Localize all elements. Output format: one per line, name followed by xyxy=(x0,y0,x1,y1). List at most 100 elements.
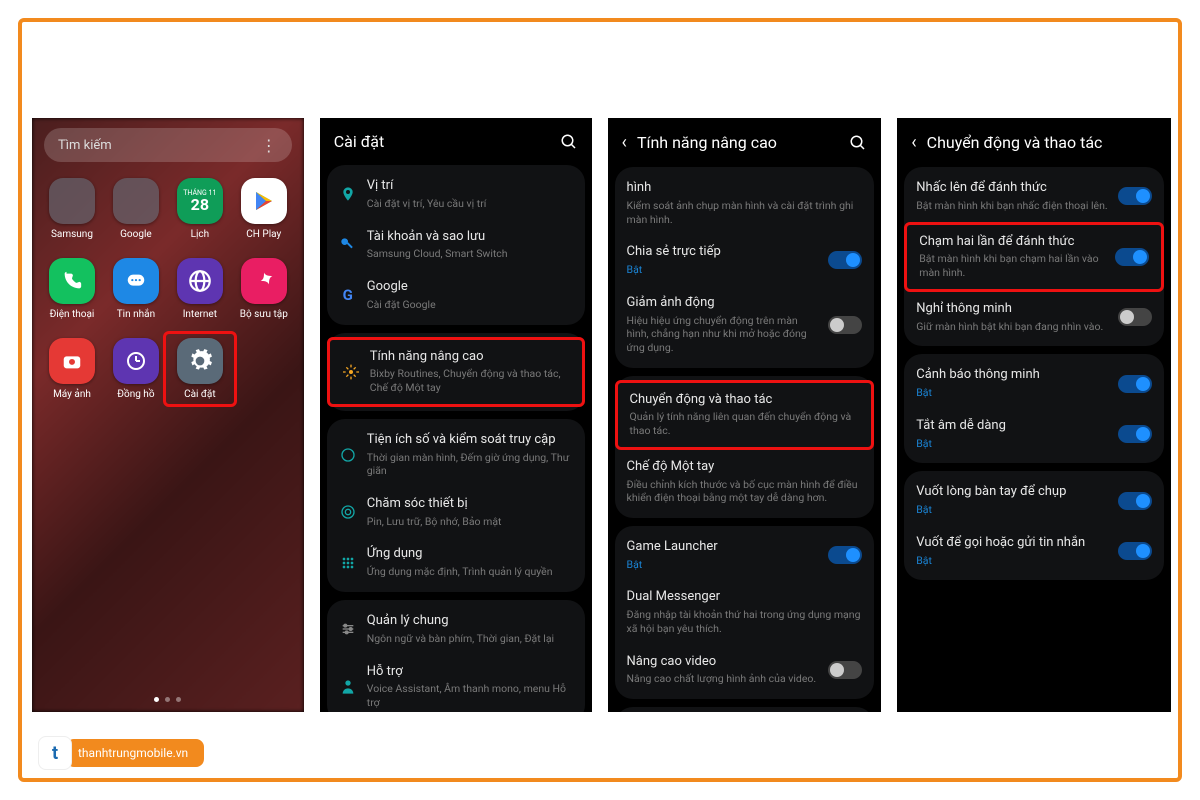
motion-row[interactable]: Nghỉ thông minhGiữ màn hình bật khi bạn … xyxy=(904,292,1164,343)
row-subtitle: Bật xyxy=(916,386,1108,400)
app-label: Cài đặt xyxy=(184,389,216,400)
back-icon[interactable]: ‹ xyxy=(622,132,627,153)
row-subtitle: Kiểm soát ảnh chụp màn hình và cài đặt t… xyxy=(627,199,863,226)
settings-row[interactable]: Quản lý chungNgôn ngữ và bàn phím, Thời … xyxy=(327,604,585,655)
search-icon[interactable] xyxy=(560,133,578,151)
app-label: Lịch xyxy=(191,229,210,240)
google-icon: G xyxy=(339,286,357,304)
row-subtitle: Đăng nhập tài khoản thứ hai trong ứng dụ… xyxy=(627,608,863,635)
settings-row[interactable]: Hỗ trợVoice Assistant, Âm thanh mono, me… xyxy=(327,655,585,712)
advanced-row[interactable]: Chia sẻ trực tiếp Bật xyxy=(615,235,875,286)
app-clock[interactable]: Đồng hồ xyxy=(106,338,166,400)
page-title: Tính năng nâng cao xyxy=(637,133,839,152)
advanced-row[interactable]: hìnhKiểm soát ảnh chụp màn hình và cài đ… xyxy=(615,171,875,235)
watermark: t thanhtrungmobile.vn xyxy=(38,736,204,770)
motion-screen: ‹ Chuyển động và thao tác Nhấc lên để đá… xyxy=(897,118,1171,712)
row-subtitle: Ngôn ngữ và bàn phím, Thời gian, Đặt lại xyxy=(367,632,573,646)
advanced-row[interactable]: Giảm ảnh độngHiệu hiệu ứng chuyển động t… xyxy=(615,286,875,364)
page-indicator xyxy=(32,697,304,702)
app-internet[interactable]: Internet xyxy=(170,258,230,320)
row-title: Chia sẻ trực tiếp xyxy=(627,244,819,261)
row-title: Google xyxy=(367,279,573,296)
toggle[interactable] xyxy=(1118,187,1152,205)
row-subtitle: Bật xyxy=(916,554,1108,568)
settings-row[interactable]: Chăm sóc thiết bịPin, Lưu trữ, Bộ nhớ, B… xyxy=(327,487,585,538)
toggle[interactable] xyxy=(828,661,862,679)
row-subtitle: Giữ màn hình bật khi bạn đang nhìn vào. xyxy=(916,320,1108,334)
row-title: Tắt âm dễ dàng xyxy=(916,418,1108,435)
toggle[interactable] xyxy=(1118,425,1152,443)
settings-row[interactable]: Tài khoản và sao lưuSamsung Cloud, Smart… xyxy=(327,220,585,271)
row-subtitle: Thời gian màn hình, Đếm giờ ứng dụng, Th… xyxy=(367,451,573,478)
app-settings[interactable]: Cài đặt xyxy=(163,331,237,407)
watermark-logo: t xyxy=(38,736,72,770)
app-label: CH Play xyxy=(246,229,281,240)
row-title: Vị trí xyxy=(367,178,573,195)
toggle[interactable] xyxy=(828,316,862,334)
app-label: Internet xyxy=(183,309,217,320)
motion-row[interactable]: Cảnh báo thông minhBật xyxy=(904,358,1164,409)
home-screen: Tìm kiếm ⋮ Samsung GoogleTHÁNG 1128Lịch CH… xyxy=(32,118,304,712)
row-title: Tiện ích số và kiểm soát truy cập xyxy=(367,432,573,449)
row-subtitle: Bật xyxy=(627,558,819,572)
advanced-row[interactable]: Chế độ Một tayĐiều chỉnh kích thước và b… xyxy=(615,450,875,514)
location-icon xyxy=(339,185,357,203)
settings-row[interactable]: Vị trí Cài đặt vị trí, Yêu cầu vị trí xyxy=(327,169,585,220)
row-subtitle: Cài đặt Google xyxy=(367,298,573,312)
row-title: Ứng dụng xyxy=(367,546,573,563)
advanced-row[interactable]: Dual MessengerĐăng nhập tài khoản thứ ha… xyxy=(615,580,875,644)
search-icon[interactable] xyxy=(849,134,867,152)
motion-row[interactable]: Nhấc lên để đánh thứcBật màn hình khi bạ… xyxy=(904,171,1164,222)
app-folder[interactable]: Samsung xyxy=(42,178,102,240)
toggle[interactable] xyxy=(1115,248,1149,266)
settings-row[interactable]: Tiện ích số và kiểm soát truy cập Thời gi… xyxy=(327,423,585,487)
search-input[interactable]: Tìm kiếm ⋮ xyxy=(44,128,292,162)
general-icon xyxy=(339,620,357,638)
row-subtitle: Pin, Lưu trữ, Bộ nhớ, Bảo mật xyxy=(367,515,573,529)
app-gallery[interactable]: Bộ sưu tập xyxy=(234,258,294,320)
app-camera[interactable]: Máy ảnh xyxy=(42,338,102,400)
row-subtitle: Cài đặt vị trí, Yêu cầu vị trí xyxy=(367,197,573,211)
apps-icon xyxy=(339,554,357,572)
toggle[interactable] xyxy=(1118,492,1152,510)
row-title: Tài khoản và sao lưu xyxy=(367,229,573,246)
back-icon[interactable]: ‹ xyxy=(911,132,916,153)
motion-row[interactable]: Tắt âm dễ dàngBật xyxy=(904,409,1164,460)
toggle[interactable] xyxy=(1118,308,1152,326)
app-label: Đồng hồ xyxy=(117,389,154,400)
toggle[interactable] xyxy=(1118,542,1152,560)
row-subtitle: Samsung Cloud, Smart Switch xyxy=(367,247,573,261)
settings-row[interactable]: Tính năng nâng caoBixby Routines, Chuyển… xyxy=(327,337,585,407)
app-calendar[interactable]: THÁNG 1128Lịch xyxy=(170,178,230,240)
motion-row[interactable]: Chạm hai lần để đánh thứcBật màn hình kh… xyxy=(904,222,1164,292)
app-folder[interactable]: Google xyxy=(106,178,166,240)
row-subtitle: Bật xyxy=(916,503,1108,517)
advanced-row[interactable]: Nâng cao videoNâng cao chất lượng hình ả… xyxy=(615,645,875,696)
app-label: Samsung xyxy=(51,229,93,240)
app-play[interactable]: CH Play xyxy=(234,178,294,240)
row-title: Tính năng nâng cao xyxy=(370,349,570,366)
search-placeholder: Tìm kiếm xyxy=(58,138,112,153)
app-label: Bộ sưu tập xyxy=(240,309,288,320)
toggle[interactable] xyxy=(828,251,862,269)
motion-row[interactable]: Vuốt lòng bàn tay để chụp Bật xyxy=(904,475,1164,526)
more-icon[interactable]: ⋮ xyxy=(261,136,278,155)
advanced-row[interactable]: Game LauncherBật xyxy=(615,530,875,581)
toggle[interactable] xyxy=(1118,375,1152,393)
advanced-row[interactable]: Chuyển động và thao tácQuản lý tính năng… xyxy=(615,380,875,450)
row-title: Vuốt để gọi hoặc gửi tin nhắn xyxy=(916,535,1108,552)
app-message[interactable]: Tin nhắn xyxy=(106,258,166,320)
care-icon xyxy=(339,503,357,521)
settings-row[interactable]: G Google Cài đặt Google xyxy=(327,270,585,321)
toggle[interactable] xyxy=(828,546,862,564)
motion-row[interactable]: Vuốt để gọi hoặc gửi tin nhắn Bật xyxy=(904,526,1164,577)
row-title: Chế độ Một tay xyxy=(627,459,863,476)
app-phone[interactable]: Điện thoại xyxy=(42,258,102,320)
advanced-row[interactable]: Gửi tin nhắn SOS xyxy=(615,711,875,712)
settings-row[interactable]: Ứng dụngỨng dụng mặc định, Trình quản lý… xyxy=(327,537,585,588)
row-subtitle: Bật xyxy=(627,263,819,277)
app-label: Tin nhắn xyxy=(117,309,155,320)
app-label: Điện thoại xyxy=(50,309,95,320)
watermark-text: thanhtrungmobile.vn xyxy=(66,739,204,767)
row-title: Vuốt lòng bàn tay để chụp xyxy=(916,484,1108,501)
